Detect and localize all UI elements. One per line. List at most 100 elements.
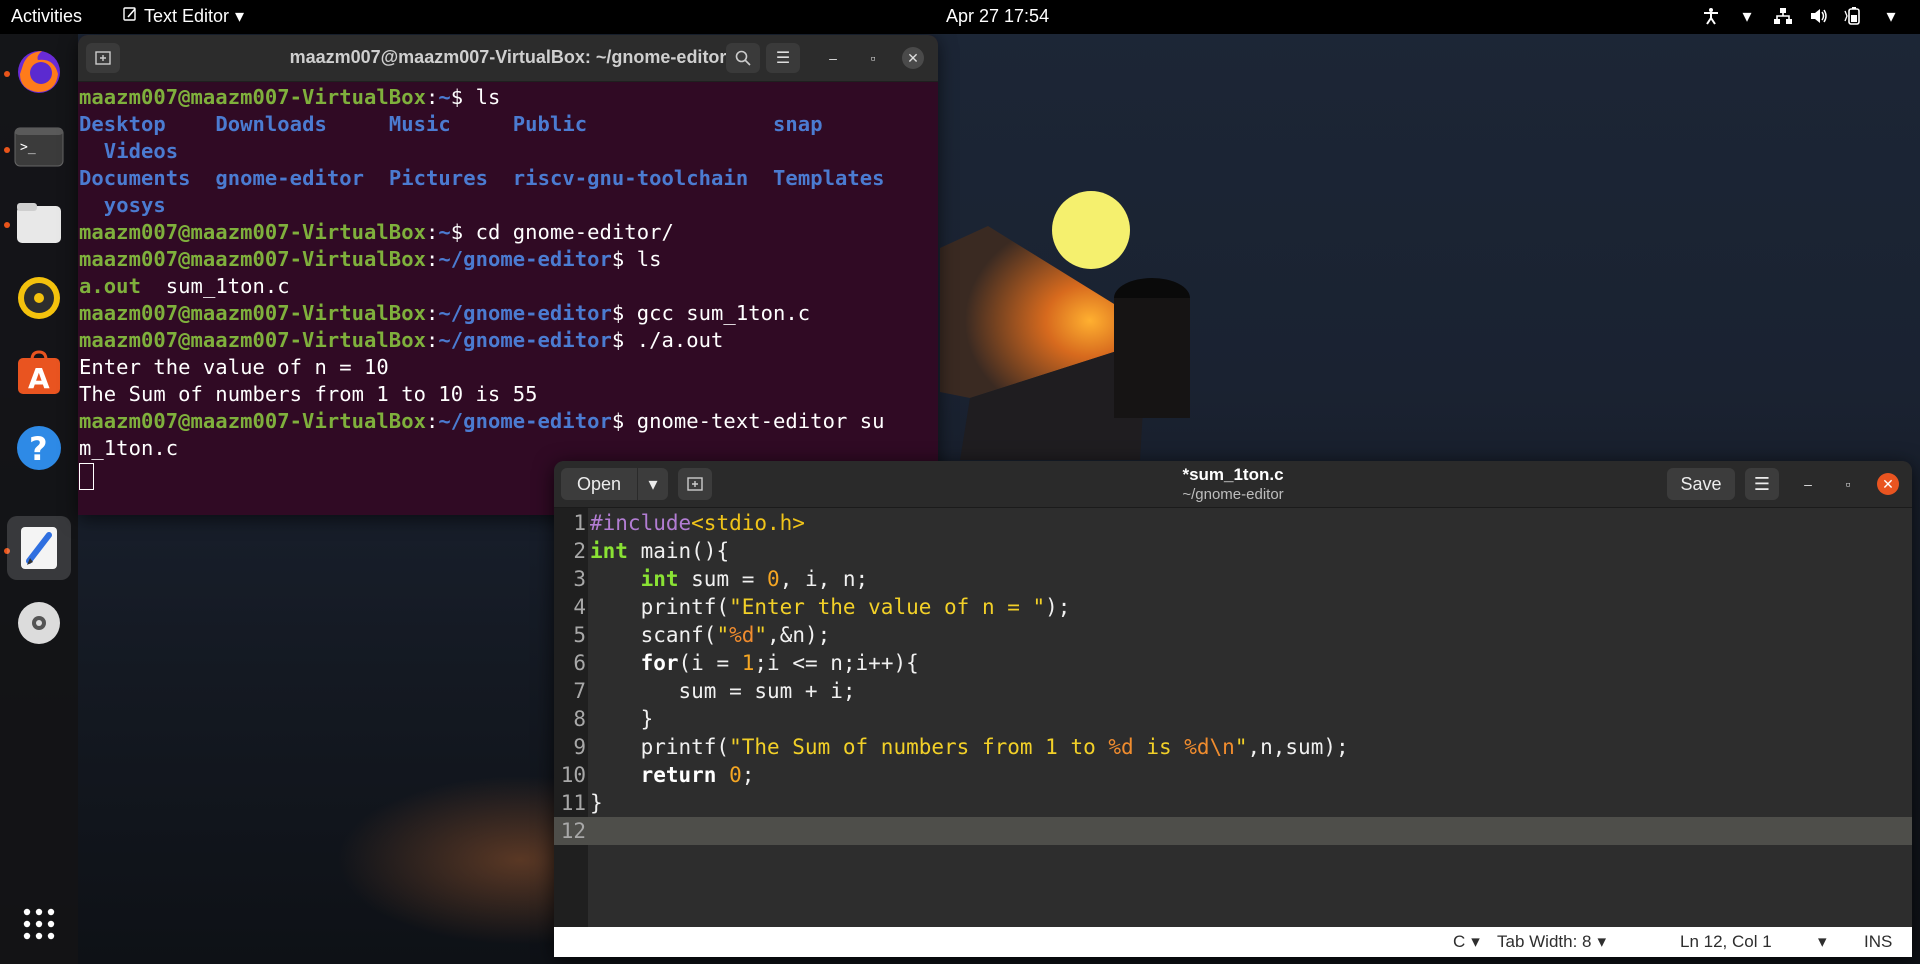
line-number: 6 — [573, 651, 586, 675]
save-button[interactable]: Save — [1667, 468, 1735, 500]
code-line: 8 } — [554, 705, 1912, 733]
minimize-icon[interactable]: – — [1797, 473, 1819, 495]
editor-text-area[interactable]: 1 #include<stdio.h> 2 int main(){3 int sum … — [554, 508, 1912, 927]
prompt-user: maazm007@maazm007-VirtualBox — [79, 409, 426, 433]
battery-icon[interactable] — [1844, 5, 1866, 27]
prompt-path: ~ — [438, 220, 451, 244]
file-entry: a.out — [79, 274, 141, 298]
code-line-current: 12 — [554, 817, 1912, 845]
terminal-line: m_1ton.c — [79, 436, 179, 460]
line-number: 10 — [560, 763, 586, 787]
prompt-path: ~ — [438, 85, 451, 109]
dir-entry: Videos — [103, 139, 179, 163]
svg-text:?: ? — [29, 430, 48, 468]
terminal-line: yosys — [79, 192, 938, 219]
dir-entry: riscv-gnu-toolchain — [512, 166, 749, 190]
prompt-user: maazm007@maazm007-VirtualBox — [79, 85, 426, 109]
prompt-user: maazm007@maazm007-VirtualBox — [79, 328, 426, 352]
dir-entry: Public — [512, 112, 588, 136]
code-line: 4 printf("Enter the value of n = "); — [554, 593, 1912, 621]
system-tray[interactable]: ▾ ▾ — [1700, 5, 1902, 27]
terminal-icon[interactable]: >_ — [7, 115, 71, 179]
rhythmbox-icon[interactable] — [7, 266, 71, 330]
close-icon[interactable]: ✕ — [902, 47, 924, 69]
chevron-down-icon: ▾ — [1597, 932, 1607, 951]
code-line: 10 return 0; — [554, 761, 1912, 789]
accessibility-icon[interactable] — [1700, 5, 1722, 27]
line-number: 2 — [573, 539, 586, 563]
language-label: C — [1453, 932, 1466, 951]
dir-entry: yosys — [103, 193, 166, 217]
line-number: 12 — [560, 819, 586, 843]
command-text: ./a.out — [636, 328, 724, 352]
chevron-down-icon[interactable]: ▾ — [1736, 5, 1758, 27]
prompt-path: ~/gnome-editor — [438, 409, 612, 433]
close-icon[interactable]: ✕ — [1877, 473, 1899, 495]
code-view[interactable]: 1 #include<stdio.h> 2 int main(){3 int sum … — [554, 508, 1912, 845]
terminal-line: maazm007@maazm007-VirtualBox:~$ ls — [79, 85, 501, 109]
terminal-line: Desktop Downloads Music Public snap — [79, 111, 938, 138]
text-editor-window[interactable]: Open ▾ *sum_1ton.c ~/gnome-editor Save ☰… — [554, 461, 1912, 957]
software-icon[interactable]: A — [7, 341, 71, 405]
disc-icon[interactable] — [7, 591, 71, 655]
maximize-icon[interactable]: ▫ — [862, 47, 884, 69]
activities-button[interactable]: Activities — [11, 6, 82, 27]
code-line: 1 #include<stdio.h> — [554, 509, 1912, 537]
chevron-down-icon[interactable]: ▾ — [1880, 5, 1902, 27]
terminal-headerbar[interactable]: maazm007@maazm007-VirtualBox: ~/gnome-ed… — [78, 35, 938, 82]
terminal-line: maazm007@maazm007-VirtualBox:~/gnome-edi… — [79, 247, 662, 271]
line-number: 7 — [573, 679, 586, 703]
command-text: gnome-text-editor su — [636, 409, 885, 433]
minimize-icon[interactable]: – — [822, 47, 844, 69]
code-line: 11} — [554, 789, 1912, 817]
code-line: 2 int main(){ — [554, 537, 1912, 565]
dock: >_ A ? — [0, 34, 78, 964]
line-number: 11 — [560, 791, 586, 815]
hamburger-menu-icon[interactable]: ☰ — [766, 43, 800, 73]
search-icon[interactable] — [726, 43, 760, 73]
cursor-position[interactable]: Ln 12, Col 1 — [1680, 932, 1772, 952]
prompt-path: ~/gnome-editor — [438, 328, 612, 352]
chevron-down-icon[interactable]: ▾ — [1818, 932, 1827, 952]
dir-entry: Templates — [773, 166, 885, 190]
dir-entry: Pictures — [388, 166, 488, 190]
wallpaper-cylinder-body — [1114, 298, 1190, 418]
files-icon[interactable] — [7, 191, 71, 255]
prompt-user: maazm007@maazm007-VirtualBox — [79, 301, 426, 325]
hamburger-menu-icon[interactable]: ☰ — [1745, 468, 1779, 500]
language-selector[interactable]: C ▾ — [1453, 932, 1480, 952]
terminal-line: Enter the value of n = 10 — [79, 355, 389, 379]
network-icon[interactable] — [1772, 5, 1794, 27]
prompt-path: ~/gnome-editor — [438, 301, 612, 325]
prompt-user: maazm007@maazm007-VirtualBox — [79, 247, 426, 271]
maximize-icon[interactable]: ▫ — [1837, 473, 1859, 495]
terminal-window[interactable]: maazm007@maazm007-VirtualBox: ~/gnome-ed… — [78, 35, 938, 515]
code-line: 6 for(i = 1;i <= n;i++){ — [554, 649, 1912, 677]
terminal-line: maazm007@maazm007-VirtualBox:~/gnome-edi… — [79, 409, 885, 433]
volume-icon[interactable] — [1808, 5, 1830, 27]
firefox-icon[interactable] — [7, 39, 71, 103]
clock[interactable]: Apr 27 17:54 — [946, 6, 1049, 27]
app-grid-icon[interactable] — [7, 892, 71, 956]
command-text: gcc sum_1ton.c — [636, 301, 811, 325]
text-editor-icon[interactable] — [7, 516, 71, 580]
prompt-path: ~/gnome-editor — [438, 247, 612, 271]
app-menu[interactable]: Text Editor ▾ — [122, 6, 244, 27]
terminal-title: maazm007@maazm007-VirtualBox: ~/gnome-ed… — [289, 47, 727, 67]
file-entry: sum_1ton.c — [165, 274, 290, 298]
line-number: 1 — [573, 511, 586, 535]
terminal-line: Documents gnome-editor Pictures riscv-gn… — [79, 165, 938, 192]
chevron-down-icon: ▾ — [1471, 932, 1480, 951]
tab-width-selector[interactable]: Tab Width: 8 ▾ — [1497, 932, 1606, 952]
help-icon[interactable]: ? — [7, 416, 71, 480]
code-line: 3 int sum = 0, i, n; — [554, 565, 1912, 593]
code-line: 9 printf("The Sum of numbers from 1 to %… — [554, 733, 1912, 761]
command-text: ls — [636, 247, 662, 271]
line-number: 4 — [573, 595, 586, 619]
chevron-down-icon: ▾ — [235, 6, 245, 26]
editor-headerbar[interactable]: Open ▾ *sum_1ton.c ~/gnome-editor Save ☰… — [554, 461, 1912, 508]
dir-entry: gnome-editor — [215, 166, 365, 190]
terminal-output[interactable]: maazm007@maazm007-VirtualBox:~$ ls Deskto… — [78, 82, 938, 490]
line-number: 3 — [573, 567, 586, 591]
svg-text:A: A — [28, 362, 50, 395]
